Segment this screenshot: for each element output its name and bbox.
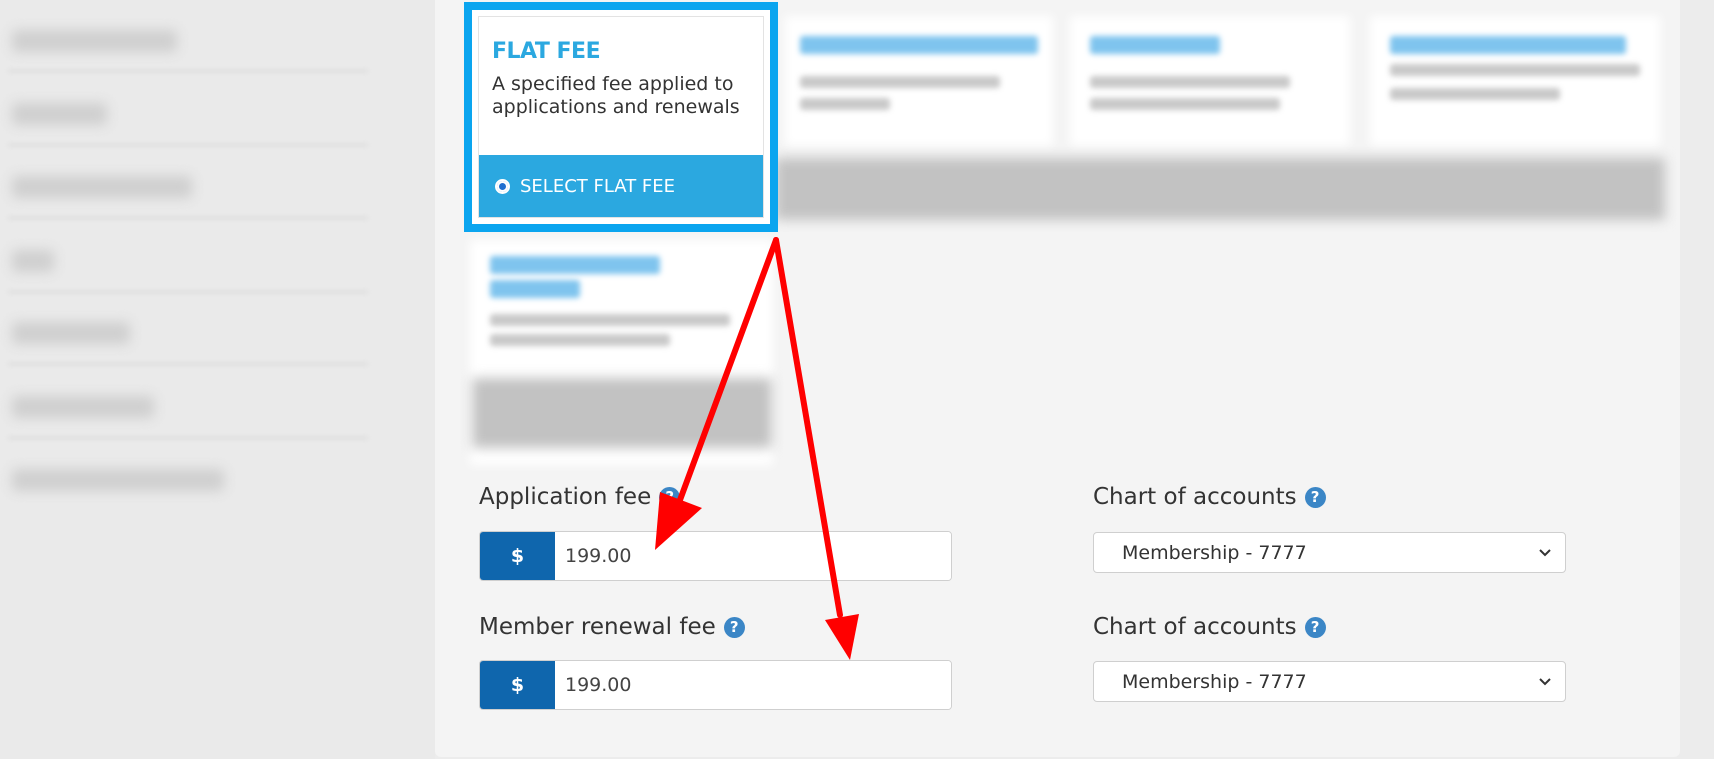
application-fee-input[interactable] xyxy=(555,532,951,580)
fee-option-title xyxy=(1090,36,1220,54)
sidebar-item[interactable] xyxy=(12,396,154,418)
fee-option-description xyxy=(1390,88,1560,100)
renewal-chart-of-accounts-select[interactable]: Membership - 7777 xyxy=(1093,661,1566,702)
member-renewal-fee-input[interactable] xyxy=(555,661,951,709)
fee-option-description xyxy=(1390,64,1640,76)
fee-option-description xyxy=(800,98,890,110)
application-fee-label-text: Application fee xyxy=(479,484,652,510)
flat-fee-card[interactable]: FLAT FEE A specified fee applied to appl… xyxy=(478,16,764,218)
question-circle-icon[interactable]: ? xyxy=(1304,486,1326,508)
fee-option-title xyxy=(800,36,1038,54)
fee-option-title xyxy=(1390,36,1626,54)
divider xyxy=(8,437,368,439)
member-renewal-fee-label: Member renewal fee ? xyxy=(479,614,745,640)
chart-of-accounts-label-text: Chart of accounts xyxy=(1093,614,1297,640)
sidebar-item[interactable] xyxy=(12,176,192,198)
member-renewal-fee-label-text: Member renewal fee xyxy=(479,614,716,640)
fee-option-description xyxy=(800,76,1000,88)
fee-option-select-button[interactable] xyxy=(775,158,1665,220)
currency-addon: $ xyxy=(480,661,555,709)
select-value: Membership - 7777 xyxy=(1122,670,1307,693)
divider xyxy=(8,363,368,365)
application-chart-of-accounts-select[interactable]: Membership - 7777 xyxy=(1093,532,1566,573)
flat-fee-title: FLAT FEE xyxy=(492,39,601,64)
fee-option-description xyxy=(1090,98,1280,110)
flat-fee-card-highlight: FLAT FEE A specified fee applied to appl… xyxy=(464,2,778,232)
fee-option-title xyxy=(490,256,660,274)
sidebar-item[interactable] xyxy=(12,322,130,344)
fee-option-select-button[interactable] xyxy=(472,378,772,448)
select-flat-fee-button[interactable]: SELECT FLAT FEE xyxy=(479,155,763,217)
question-circle-icon[interactable]: ? xyxy=(1304,616,1326,638)
divider xyxy=(8,217,368,219)
application-fee-label: Application fee ? xyxy=(479,484,681,510)
select-flat-fee-label: SELECT FLAT FEE xyxy=(520,175,676,197)
sidebar-item[interactable] xyxy=(12,250,54,272)
sidebar-item[interactable] xyxy=(12,103,107,125)
chevron-down-icon xyxy=(1539,549,1551,557)
application-chart-of-accounts-label: Chart of accounts ? xyxy=(1093,484,1326,510)
application-fee-input-group: $ xyxy=(479,531,952,581)
select-value: Membership - 7777 xyxy=(1122,541,1307,564)
chevron-down-icon xyxy=(1539,678,1551,686)
divider xyxy=(8,144,368,146)
radio-icon[interactable] xyxy=(495,178,510,194)
chart-of-accounts-label-text: Chart of accounts xyxy=(1093,484,1297,510)
renewal-chart-of-accounts-label: Chart of accounts ? xyxy=(1093,614,1326,640)
currency-addon: $ xyxy=(480,532,555,580)
fee-option-description xyxy=(490,334,670,346)
sidebar-item[interactable] xyxy=(12,469,224,491)
member-renewal-fee-input-group: $ xyxy=(479,660,952,710)
divider xyxy=(8,70,368,72)
sidebar-item[interactable] xyxy=(12,30,177,52)
fee-option-title xyxy=(490,280,580,298)
sidebar xyxy=(0,0,435,759)
divider xyxy=(8,291,368,293)
flat-fee-description: A specified fee applied to applications … xyxy=(492,73,740,118)
question-circle-icon[interactable]: ? xyxy=(723,616,745,638)
fee-option-description xyxy=(490,314,730,326)
question-circle-icon[interactable]: ? xyxy=(659,486,681,508)
fee-option-description xyxy=(1090,76,1290,88)
